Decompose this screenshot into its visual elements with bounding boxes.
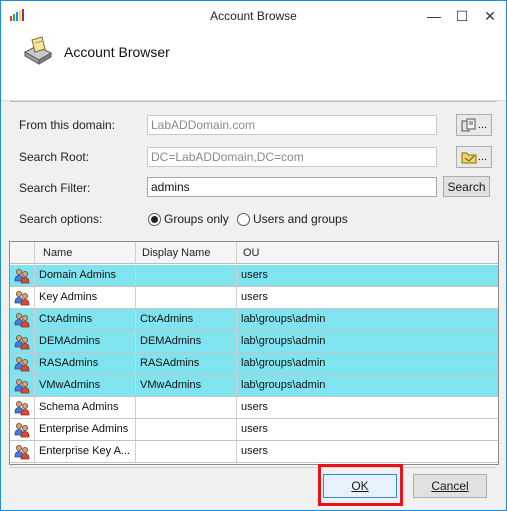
results-grid[interactable]: Name Display Name OU Domain Admins users K…	[9, 241, 499, 465]
ok-button[interactable]: OK	[323, 474, 397, 498]
cell-ou: users	[241, 423, 268, 435]
table-row[interactable]: DEMAdmins DEMAdmins lab\groups\admin	[10, 331, 498, 353]
cell-display-name: DEMAdmins	[136, 331, 237, 352]
cell-display-name: RASAdmins	[136, 353, 237, 374]
cell-name: Enterprise Key A...	[35, 441, 136, 462]
table-row[interactable]: Enterprise Admins users	[10, 419, 498, 441]
cell-ou: lab\groups\admin	[241, 379, 326, 391]
row-icon-cell	[10, 441, 35, 462]
search-button[interactable]: Search	[443, 176, 490, 197]
title-bar: Account Browse — ☐ ✕	[1, 1, 506, 31]
header-icon-column	[10, 242, 35, 264]
card-reader-icon	[23, 36, 53, 65]
domain-picker-button[interactable]: ...	[456, 114, 492, 136]
search-filter-input[interactable]: admins	[147, 177, 437, 197]
banner-title: Account Browser	[64, 44, 170, 60]
table-row[interactable]: CtxAdmins CtxAdmins lab\groups\admin	[10, 309, 498, 331]
row-icon-cell	[10, 419, 35, 440]
account-browse-window: Account Browse — ☐ ✕ Account Browser Fro…	[0, 0, 507, 511]
domain-picker-ellipsis: ...	[477, 119, 488, 131]
cell-ou: users	[241, 445, 268, 457]
search-options-label: Search options:	[19, 212, 103, 226]
close-button[interactable]: ✕	[475, 1, 505, 31]
folder-icon	[461, 152, 477, 164]
cell-name: Enterprise Admins	[35, 419, 136, 440]
table-row[interactable]: Domain Admins users	[10, 265, 498, 287]
table-row[interactable]: VMwAdmins VMwAdmins lab\groups\admin	[10, 375, 498, 397]
cell-ou: users	[241, 401, 268, 413]
search-root-field[interactable]: DC=LabADDomain,DC=com	[147, 147, 437, 167]
user-group-icon	[14, 357, 30, 372]
root-picker-ellipsis: ...	[477, 151, 488, 163]
maximize-button[interactable]: ☐	[447, 1, 477, 31]
row-icon-cell	[10, 265, 35, 286]
column-name[interactable]: Name	[35, 242, 136, 264]
table-row[interactable]: Enterprise Key A... users	[10, 441, 498, 463]
cell-ou: lab\groups\admin	[241, 313, 326, 325]
user-group-icon	[14, 291, 30, 306]
root-picker-button[interactable]: ...	[456, 146, 492, 168]
table-row[interactable]: Schema Admins users	[10, 397, 498, 419]
radio-selected	[148, 212, 161, 226]
domain-label: From this domain:	[19, 118, 116, 132]
cell-name: CtxAdmins	[35, 309, 136, 330]
cell-display-name	[136, 397, 237, 418]
cancel-button[interactable]: Cancel	[413, 474, 487, 498]
search-filter-label: Search Filter:	[19, 181, 91, 195]
row-icon-cell	[10, 353, 35, 374]
column-ou[interactable]: OU	[237, 242, 498, 264]
user-group-icon	[14, 401, 30, 416]
groups-only-radio[interactable]: Groups only	[148, 212, 229, 226]
table-row[interactable]: Key Admins users	[10, 287, 498, 309]
minimize-button[interactable]: —	[419, 1, 449, 31]
row-icon-cell	[10, 375, 35, 396]
row-icon-cell	[10, 309, 35, 330]
groups-only-label: Groups only	[164, 212, 229, 226]
cell-display-name	[136, 441, 237, 462]
cell-display-name: CtxAdmins	[136, 309, 237, 330]
cell-name: Key Admins	[35, 287, 136, 308]
cell-name: DEMAdmins	[35, 331, 136, 352]
user-group-icon	[14, 423, 30, 438]
user-group-icon	[14, 379, 30, 394]
row-icon-cell	[10, 287, 35, 308]
cell-name: RASAdmins	[35, 353, 136, 374]
user-group-icon	[14, 269, 30, 284]
cell-ou: lab\groups\admin	[241, 335, 326, 347]
cell-name: Schema Admins	[35, 397, 136, 418]
search-root-label: Search Root:	[19, 150, 90, 164]
cell-display-name	[136, 287, 237, 308]
servers-icon	[461, 118, 476, 132]
user-group-icon	[14, 335, 30, 350]
header-banner: Account Browser	[1, 31, 506, 101]
column-display-name[interactable]: Display Name	[136, 242, 237, 264]
cell-display-name	[136, 419, 237, 440]
radio-unselected	[237, 212, 250, 226]
users-and-groups-radio[interactable]: Users and groups	[237, 212, 348, 226]
cell-ou: users	[241, 269, 268, 281]
cell-ou: lab\groups\admin	[241, 357, 326, 369]
cell-display-name	[136, 265, 237, 286]
user-group-icon	[14, 445, 30, 460]
cell-name: VMwAdmins	[35, 375, 136, 396]
cell-name: Domain Admins	[35, 265, 136, 286]
users-and-groups-label: Users and groups	[253, 212, 348, 226]
row-icon-cell	[10, 331, 35, 352]
user-group-icon	[14, 313, 30, 328]
section-divider	[10, 101, 497, 102]
footer-divider	[10, 467, 497, 468]
table-row[interactable]: RASAdmins RASAdmins lab\groups\admin	[10, 353, 498, 375]
cell-display-name: VMwAdmins	[136, 375, 237, 396]
cell-ou: users	[241, 291, 268, 303]
grid-header: Name Display Name OU	[10, 242, 498, 264]
row-icon-cell	[10, 397, 35, 418]
domain-field[interactable]: LabADDomain.com	[147, 115, 437, 135]
